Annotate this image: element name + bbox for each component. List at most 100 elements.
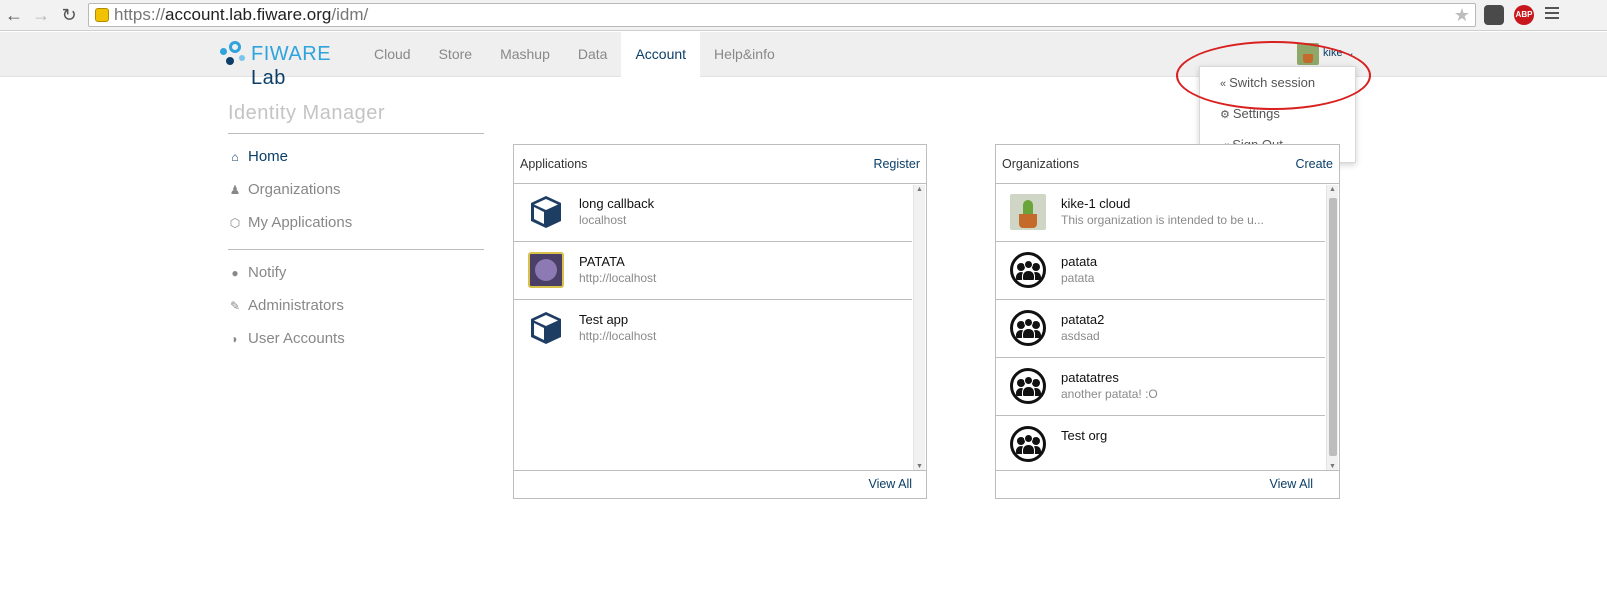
url-scheme: https:// — [114, 5, 166, 24]
list-item[interactable]: patata2 asdsad — [996, 300, 1325, 358]
org-title: kike-1 cloud — [1061, 196, 1131, 211]
org-title: patata2 — [1061, 312, 1105, 327]
cactus-image — [1010, 194, 1046, 230]
sidebar-item-label: User Accounts — [248, 330, 345, 347]
logo-lab-text: Lab — [251, 67, 286, 89]
cube-icon — [528, 310, 564, 346]
list-item[interactable]: patata patata — [996, 242, 1325, 300]
nav-data[interactable]: Data — [564, 32, 622, 77]
create-link[interactable]: Create — [1295, 157, 1333, 171]
org-description: patata — [1061, 271, 1095, 285]
list-item[interactable]: Test org — [996, 416, 1325, 471]
comment-icon: ● — [231, 266, 239, 280]
sidebar-item-label: Home — [248, 148, 289, 165]
users-icon: ♟ — [229, 183, 241, 197]
scroll-down-icon[interactable]: ▼ — [916, 463, 923, 470]
wrench-icon: ✎ — [229, 299, 241, 313]
adblock-extension-icon[interactable]: ABP — [1514, 5, 1534, 25]
browser-menu-icon[interactable] — [1545, 7, 1559, 22]
app-url: http://localhost — [579, 329, 657, 343]
scroll-up-icon[interactable]: ▲ — [1329, 186, 1336, 193]
group-icon — [1010, 368, 1046, 404]
list-item[interactable]: PATATA http://localhost — [514, 242, 912, 300]
sidebar-item-home[interactable]: ⌂ Home — [228, 148, 288, 165]
org-description: This organization is intended to be u... — [1061, 213, 1264, 227]
nav-help-info[interactable]: Help&info — [700, 32, 789, 77]
sidebar-divider — [228, 133, 484, 134]
sidebar-item-label: My Applications — [248, 214, 353, 231]
scroll-up-icon[interactable]: ▲ — [916, 186, 923, 193]
organizations-list: kike-1 cloud This organization is intend… — [996, 184, 1325, 471]
url-host: account.lab.fiware.org — [165, 5, 332, 24]
sidebar-item-label: Administrators — [248, 297, 344, 314]
url-text: https://account.lab.fiware.org/idm/ — [114, 5, 368, 25]
sidebar-item-administrators[interactable]: ✎ Administrators — [228, 297, 344, 314]
top-navigation: Cloud Store Mashup Data Account Help&inf… — [360, 32, 789, 77]
sidebar-item-user-accounts[interactable]: ◗ User Accounts — [228, 330, 345, 347]
group-icon — [1010, 252, 1046, 288]
bookmark-star-icon[interactable]: ★ — [1454, 5, 1470, 25]
scroll-down-icon[interactable]: ▼ — [1329, 463, 1336, 470]
sidebar-item-my-applications[interactable]: ⬡ My Applications — [228, 214, 352, 231]
sidebar-item-label: Notify — [248, 264, 287, 281]
red-annotation-ellipse — [1176, 41, 1371, 110]
address-bar[interactable]: https://account.lab.fiware.org/idm/ ★ — [88, 3, 1476, 27]
fiware-lab-logo[interactable]: FIWARE Lab — [218, 39, 363, 89]
organizations-scrollbar[interactable]: ▲ ▼ — [1326, 185, 1338, 471]
group-icon — [1010, 426, 1046, 462]
organizations-panel-footer: View All — [996, 470, 1339, 498]
applications-panel: Applications Register long callback loca… — [513, 144, 927, 499]
list-item[interactable]: kike-1 cloud This organization is intend… — [996, 184, 1325, 242]
nav-mashup[interactable]: Mashup — [486, 32, 564, 77]
org-title: Test org — [1061, 428, 1108, 443]
reload-icon[interactable]: ↻ — [58, 4, 80, 26]
list-item[interactable]: Test app http://localhost — [514, 300, 912, 358]
sidebar-title: Identity Manager — [228, 102, 385, 124]
list-item[interactable]: patatatres another patata! :O — [996, 358, 1325, 416]
back-icon[interactable]: ← — [3, 4, 25, 26]
cube-icon: ⬡ — [229, 216, 241, 230]
lock-icon — [95, 8, 109, 22]
scrollbar-thumb[interactable] — [1329, 198, 1337, 456]
nav-store[interactable]: Store — [425, 32, 486, 77]
applications-panel-header: Applications Register — [514, 145, 926, 184]
organizations-title: Organizations — [1002, 157, 1080, 171]
sidebar-divider — [228, 249, 484, 250]
gear-icon: ⚙ — [1220, 109, 1230, 121]
url-path: /idm/ — [331, 5, 369, 24]
org-title: patata — [1061, 254, 1098, 269]
app-title: Test app — [579, 312, 629, 327]
nav-account[interactable]: Account — [621, 32, 701, 77]
browser-toolbar: ← → ↻ https://account.lab.fiware.org/idm… — [0, 0, 1607, 31]
evernote-extension-icon[interactable] — [1484, 5, 1504, 25]
forward-icon[interactable]: → — [30, 4, 52, 26]
list-item[interactable]: long callback localhost — [514, 184, 912, 242]
logo-fiware-text: FIWARE — [251, 43, 332, 65]
home-icon: ⌂ — [231, 150, 239, 164]
applications-title: Applications — [520, 157, 588, 171]
sidebar-item-organizations[interactable]: ♟ Organizations — [228, 181, 341, 198]
org-description: asdsad — [1061, 329, 1100, 343]
sidebar-item-notify[interactable]: ● Notify — [228, 264, 286, 281]
sidebar-item-label: Organizations — [248, 181, 341, 198]
applications-list: long callback localhost PATATA http://lo… — [514, 184, 912, 471]
app-url: localhost — [579, 213, 627, 227]
app-title: PATATA — [579, 254, 625, 269]
applications-scrollbar[interactable]: ▲ ▼ — [913, 185, 925, 471]
app-url: http://localhost — [579, 271, 657, 285]
shield-icon: ◗ — [231, 332, 239, 346]
applications-panel-footer: View All — [514, 470, 926, 498]
app-avatar-image — [528, 252, 564, 288]
register-link[interactable]: Register — [873, 157, 920, 171]
nav-cloud[interactable]: Cloud — [360, 32, 425, 77]
organizations-panel: Organizations Create kike-1 cloud This o… — [995, 144, 1340, 499]
fiware-logo-icon — [218, 39, 248, 69]
organizations-panel-header: Organizations Create — [996, 145, 1339, 184]
org-description: another patata! :O — [1061, 387, 1158, 401]
org-title: patatatres — [1061, 370, 1119, 385]
group-icon — [1010, 310, 1046, 346]
app-title: long callback — [579, 196, 655, 211]
applications-view-all-link[interactable]: View All — [868, 477, 912, 491]
cube-icon — [528, 194, 564, 230]
organizations-view-all-link[interactable]: View All — [1269, 477, 1313, 491]
